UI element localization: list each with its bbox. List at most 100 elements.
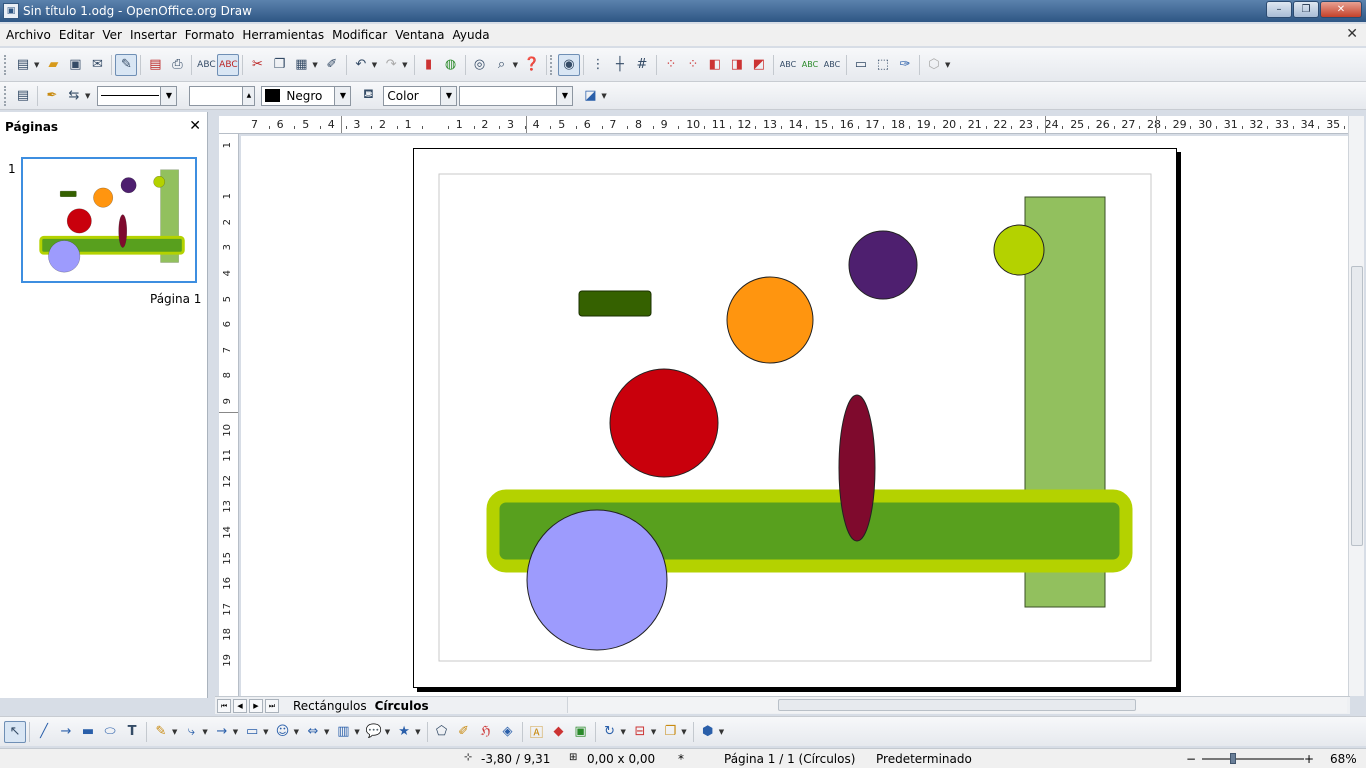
chevron-down-icon[interactable]: ▼ xyxy=(402,61,407,69)
select-icon[interactable]: ↖ xyxy=(4,720,26,743)
first-page-icon[interactable]: ⏮ xyxy=(217,698,231,713)
page-thumbnail[interactable] xyxy=(21,157,197,283)
red-circle[interactable] xyxy=(609,368,719,478)
format-paintbrush-icon[interactable]: ✐ xyxy=(321,54,343,76)
chevron-down-icon[interactable]: ▼ xyxy=(621,728,626,736)
drawing-page[interactable] xyxy=(413,148,1177,688)
connector-icon[interactable]: ⤷ xyxy=(180,721,202,743)
small-dark-green-rectangle[interactable] xyxy=(578,290,652,317)
vertical-ruler[interactable]: 1 1 2 3 4 5 6 7 8 9 10 11 12 13 14 15 16 17 18 19 xyxy=(219,134,239,696)
close-document-icon[interactable]: ✕ xyxy=(1346,26,1358,42)
chevron-down-icon[interactable]: ▼ xyxy=(513,61,518,69)
snap-page-margin-icon[interactable]: ⁘ xyxy=(660,54,682,76)
extrusion-icon[interactable]: ⬢ xyxy=(697,721,719,743)
points-mode-icon[interactable]: ◉ xyxy=(557,53,580,76)
tab-rectangulos[interactable]: Rectángulos xyxy=(289,698,371,714)
menu-ventana[interactable]: Ventana xyxy=(391,28,448,42)
block-arrows-icon[interactable]: ⇔ xyxy=(302,721,324,743)
image-icon[interactable]: ▣ xyxy=(570,721,592,743)
fontwork-shape-icon[interactable]: ABC xyxy=(799,54,821,76)
horizontal-ruler[interactable]: 7 6 5 4 3 2 1 1 2 3 4 5 6 7 8 9 10 11 12 13 14 15 16 17 18 19 20 21… xyxy=(219,116,1349,134)
navigator-icon[interactable]: ◎ xyxy=(469,54,491,76)
vertical-scroll-thumb[interactable] xyxy=(1351,266,1363,546)
lines-arrows-icon[interactable]: → xyxy=(211,721,233,743)
arrange-icon[interactable]: ❐ xyxy=(659,721,681,743)
cut-icon[interactable]: ✂ xyxy=(246,54,268,76)
glue-icon[interactable]: ✐ xyxy=(453,721,475,743)
print-icon[interactable]: ⎙ xyxy=(166,54,188,76)
chevron-down-icon[interactable]: ▼ xyxy=(172,728,177,736)
purple-circle[interactable] xyxy=(848,230,918,300)
chevron-down-icon[interactable]: ▼ xyxy=(160,86,177,105)
chevron-down-icon[interactable]: ▼ xyxy=(324,728,329,736)
zoom-out-button[interactable]: − xyxy=(1186,752,1196,766)
grid-icon[interactable]: ⋮ xyxy=(587,54,609,76)
shadow-icon[interactable]: ◪ xyxy=(579,85,601,107)
line-width-field[interactable]: ▲ xyxy=(189,85,256,106)
rotate-icon[interactable]: ↻ xyxy=(599,721,621,743)
points-icon[interactable]: ⬚ xyxy=(872,54,894,76)
styles-icon[interactable]: ▤ xyxy=(12,85,34,107)
drawing-workspace[interactable] xyxy=(241,136,1348,696)
area-icon[interactable]: ⛾ xyxy=(357,85,379,107)
chevron-down-icon[interactable]: ▼ xyxy=(233,728,238,736)
ruler-margin-marker[interactable] xyxy=(341,116,342,133)
rectangle-icon[interactable]: ▬ xyxy=(77,721,99,743)
chevron-down-icon[interactable]: ▼ xyxy=(651,728,656,736)
hyperlink-icon[interactable]: ◍ xyxy=(440,54,462,76)
page-canvas[interactable] xyxy=(414,149,1178,689)
fontwork-icon[interactable]: ABC xyxy=(777,54,799,76)
open-icon[interactable]: ▰ xyxy=(42,54,64,76)
chevron-down-icon[interactable]: ▼ xyxy=(34,61,39,69)
menu-ayuda[interactable]: Ayuda xyxy=(448,28,493,42)
lavender-circle[interactable] xyxy=(526,509,668,651)
toolbar-overflow-icon[interactable]: ▼ xyxy=(945,61,950,69)
export-icon[interactable]: ▤ xyxy=(144,54,166,76)
ellipse-icon[interactable]: ⬭ xyxy=(99,721,121,743)
horizontal-scroll-thumb[interactable] xyxy=(778,699,1136,711)
undo-icon[interactable]: ↶ xyxy=(350,54,372,76)
gallery-icon[interactable]: ◆ xyxy=(548,721,570,743)
snap-object-border-icon[interactable]: ⁘ xyxy=(682,54,704,76)
menu-formato[interactable]: Formato xyxy=(181,28,239,42)
text-icon[interactable]: T xyxy=(121,721,143,743)
select-text-area-icon[interactable]: ◩ xyxy=(748,54,770,76)
close-window-button[interactable]: ✕ xyxy=(1320,1,1362,18)
zoom-in-button[interactable]: + xyxy=(1304,752,1314,766)
symbol-shapes-icon[interactable]: ☺ xyxy=(272,721,294,743)
stars-icon[interactable]: ★ xyxy=(393,721,415,743)
paste-icon[interactable]: ▦ xyxy=(290,54,312,76)
guides-icon[interactable]: ┼ xyxy=(609,54,631,76)
vertical-scrollbar[interactable] xyxy=(1348,116,1364,696)
points-icon[interactable]: ⬠ xyxy=(431,721,453,743)
redo-icon[interactable]: ↷ xyxy=(380,54,402,76)
line-icon[interactable]: ╱ xyxy=(33,721,55,743)
maximize-button[interactable]: ❐ xyxy=(1293,1,1319,18)
callouts-icon[interactable]: 💬 xyxy=(363,721,385,743)
line-icon[interactable]: ✒ xyxy=(41,85,63,107)
zoom-level[interactable]: 68% xyxy=(1330,752,1357,766)
menu-herramientas[interactable]: Herramientas xyxy=(238,28,328,42)
chevron-down-icon[interactable]: ▼ xyxy=(372,61,377,69)
email-icon[interactable]: ✉ xyxy=(86,54,108,76)
stepper-icon[interactable]: ▲ xyxy=(242,86,255,105)
save-icon[interactable]: ▣ xyxy=(64,54,86,76)
fontwork-icon[interactable]: ℌ xyxy=(475,721,497,743)
toolbar-grip[interactable] xyxy=(4,54,8,75)
copy-icon[interactable]: ❐ xyxy=(268,54,290,76)
horizontal-scrollbar[interactable] xyxy=(567,697,1347,713)
line-style-select[interactable]: ▼ xyxy=(97,85,178,106)
chevron-down-icon[interactable]: ▼ xyxy=(385,728,390,736)
3d-icon[interactable]: ⬡ xyxy=(923,54,945,76)
ruler-margin-marker[interactable] xyxy=(1045,116,1046,133)
snap-object-points-icon[interactable]: ◧ xyxy=(704,54,726,76)
allow-quick-editing-icon[interactable]: ◨ xyxy=(726,54,748,76)
last-page-icon[interactable]: ⏭ xyxy=(265,698,279,713)
line-color-select[interactable]: Negro ▼ xyxy=(261,85,352,106)
from-file-icon[interactable]: 🄰 xyxy=(526,721,548,743)
zoom-slider-thumb[interactable] xyxy=(1230,753,1236,764)
chart-icon[interactable]: ▮ xyxy=(418,54,440,76)
ruler-margin-marker[interactable] xyxy=(1156,116,1157,133)
area-style-select[interactable]: Color ▼ xyxy=(383,85,458,106)
chevron-down-icon[interactable]: ▼ xyxy=(263,728,268,736)
